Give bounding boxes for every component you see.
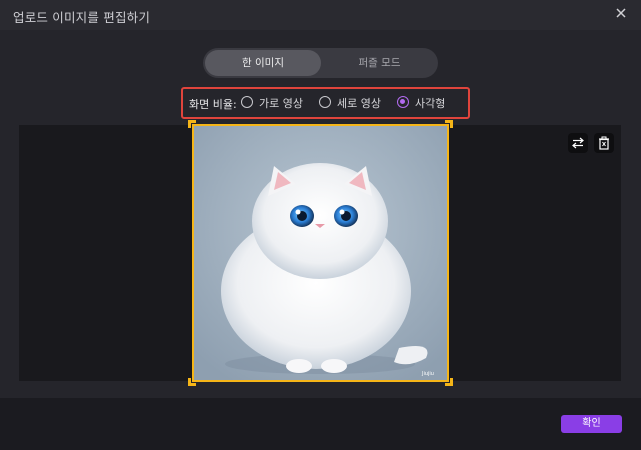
- radio-landscape[interactable]: [241, 96, 253, 108]
- crop-handle-top-right[interactable]: [445, 120, 453, 128]
- radio-portrait[interactable]: [319, 96, 331, 108]
- aspect-option-label: 세로 영상: [337, 97, 381, 110]
- confirm-button[interactable]: 확인: [561, 415, 622, 433]
- crop-handle-bottom-right[interactable]: [445, 378, 453, 386]
- cat-image: Jiujiu: [194, 126, 447, 380]
- aspect-ratio-group: 화면 비율: 가로 영상 세로 영상 사각형: [181, 87, 470, 119]
- crop-handle-bottom-left[interactable]: [188, 378, 196, 386]
- dialog-titlebar: 업로드 이미지를 편집하기: [0, 0, 641, 30]
- mode-switch: 한 이미지 퍼즐 모드: [203, 48, 438, 78]
- tab-single-image[interactable]: 한 이미지: [205, 50, 321, 76]
- crop-handle-top-left[interactable]: [188, 120, 196, 128]
- swap-icon: [572, 137, 584, 149]
- aspect-option-label: 사각형: [415, 97, 446, 110]
- tab-puzzle-mode[interactable]: 퍼즐 모드: [323, 50, 436, 76]
- aspect-ratio-label: 화면 비율:: [189, 98, 237, 111]
- aspect-option-label: 가로 영상: [259, 97, 303, 110]
- swap-button[interactable]: [568, 133, 588, 153]
- close-icon[interactable]: [614, 6, 628, 20]
- radio-square[interactable]: [397, 96, 409, 108]
- trash-icon: [599, 136, 609, 150]
- watermark: Jiujiu: [421, 371, 434, 377]
- dialog-footer: [0, 398, 641, 450]
- delete-button[interactable]: [594, 133, 614, 153]
- dialog-title: 업로드 이미지를 편집하기: [13, 10, 151, 25]
- crop-frame[interactable]: Jiujiu: [192, 124, 449, 382]
